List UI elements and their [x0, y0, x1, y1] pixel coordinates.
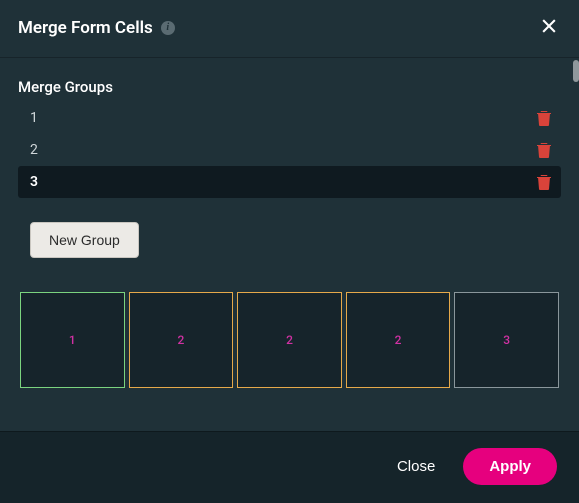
- close-icon: [539, 16, 559, 36]
- trash-icon[interactable]: [537, 174, 551, 190]
- group-row-3[interactable]: 3: [18, 166, 561, 198]
- group-row-1[interactable]: 1: [18, 102, 561, 134]
- dialog-body: Merge Groups 1 2 3 New Group: [0, 58, 579, 431]
- close-button[interactable]: Close: [397, 458, 435, 475]
- info-icon[interactable]: i: [161, 21, 175, 35]
- scrollbar-thumb[interactable]: [573, 60, 579, 82]
- merge-form-cells-dialog: Merge Form Cells i Merge Groups 1 2 3: [0, 0, 579, 503]
- merge-groups-label: Merge Groups: [18, 78, 561, 96]
- cell-1[interactable]: 1: [20, 292, 125, 388]
- cell-2[interactable]: 2: [129, 292, 234, 388]
- dialog-header: Merge Form Cells i: [0, 0, 579, 58]
- group-row-id: 3: [30, 174, 38, 190]
- cell-label: 2: [395, 333, 402, 347]
- group-row-2[interactable]: 2: [18, 134, 561, 166]
- group-row-id: 1: [30, 110, 38, 126]
- groups-list: 1 2 3: [18, 102, 561, 198]
- trash-icon[interactable]: [537, 142, 551, 158]
- cell-label: 3: [503, 333, 510, 347]
- dialog-footer: Close Apply: [0, 431, 579, 503]
- new-group-button[interactable]: New Group: [30, 222, 139, 258]
- cell-4[interactable]: 2: [346, 292, 451, 388]
- group-row-id: 2: [30, 142, 38, 158]
- cells-preview: 1 2 2 2 3: [18, 292, 561, 388]
- header-left: Merge Form Cells i: [18, 18, 175, 38]
- trash-icon[interactable]: [537, 110, 551, 126]
- dialog-title: Merge Form Cells: [18, 18, 153, 38]
- cell-label: 1: [69, 333, 76, 347]
- close-icon-button[interactable]: [537, 14, 561, 41]
- cell-5[interactable]: 3: [454, 292, 559, 388]
- cell-label: 2: [177, 333, 184, 347]
- apply-button[interactable]: Apply: [463, 448, 557, 485]
- cell-label: 2: [286, 333, 293, 347]
- cell-3[interactable]: 2: [237, 292, 342, 388]
